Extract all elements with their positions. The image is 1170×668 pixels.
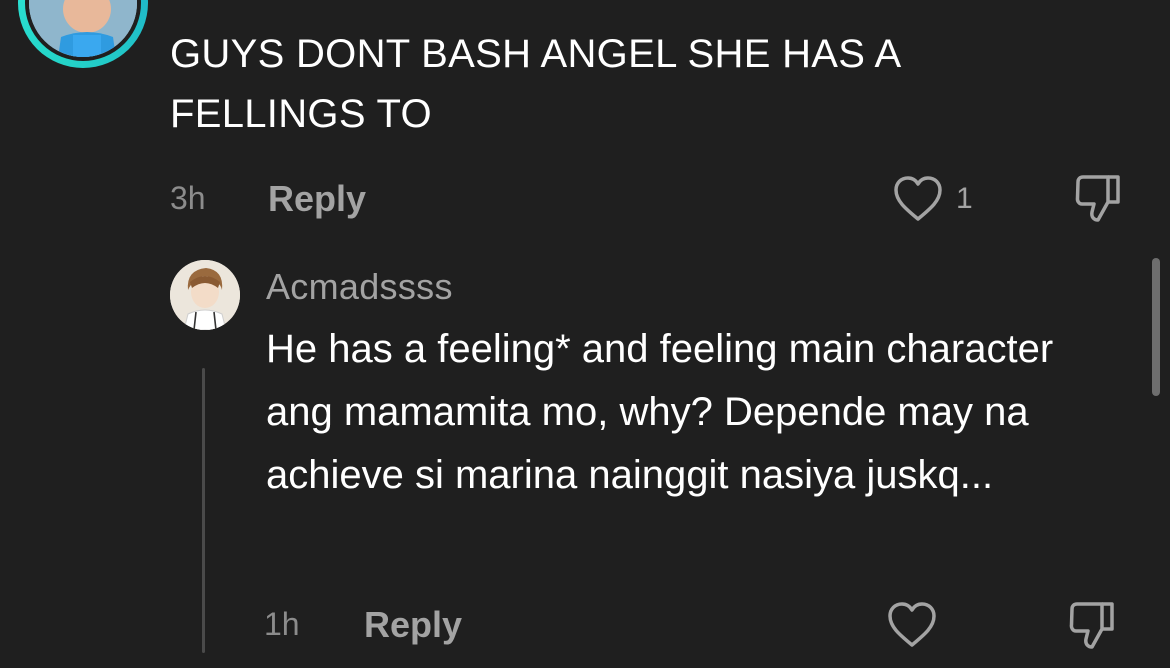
commenter-avatar-image [25, 0, 141, 61]
scrollbar[interactable] [1152, 258, 1160, 396]
comment-timestamp: 3h [170, 180, 206, 216]
reply-text: He has a feeling* and feeling main chara… [266, 327, 1054, 497]
comment-like-count: 1 [956, 182, 973, 215]
thread-line [202, 368, 205, 653]
comment-reply-button[interactable]: Reply [268, 178, 366, 220]
child-photo-icon [29, 0, 137, 57]
commenter-avatar[interactable] [18, 0, 148, 68]
heart-icon[interactable] [886, 601, 938, 649]
comment-text: GUYS DONT BASH ANGEL SHE HAS A FELLINGS … [170, 32, 900, 136]
heart-icon[interactable] [892, 175, 944, 223]
reply-avatar[interactable] [170, 260, 240, 330]
thumbs-down-icon[interactable] [1066, 601, 1118, 651]
reply-timestamp: 1h [264, 606, 300, 642]
anime-avatar-icon [170, 260, 240, 330]
reply-reply-button[interactable]: Reply [364, 604, 462, 646]
reply-username[interactable]: Acmadssss [266, 266, 453, 308]
thumbs-down-icon[interactable] [1072, 174, 1124, 224]
